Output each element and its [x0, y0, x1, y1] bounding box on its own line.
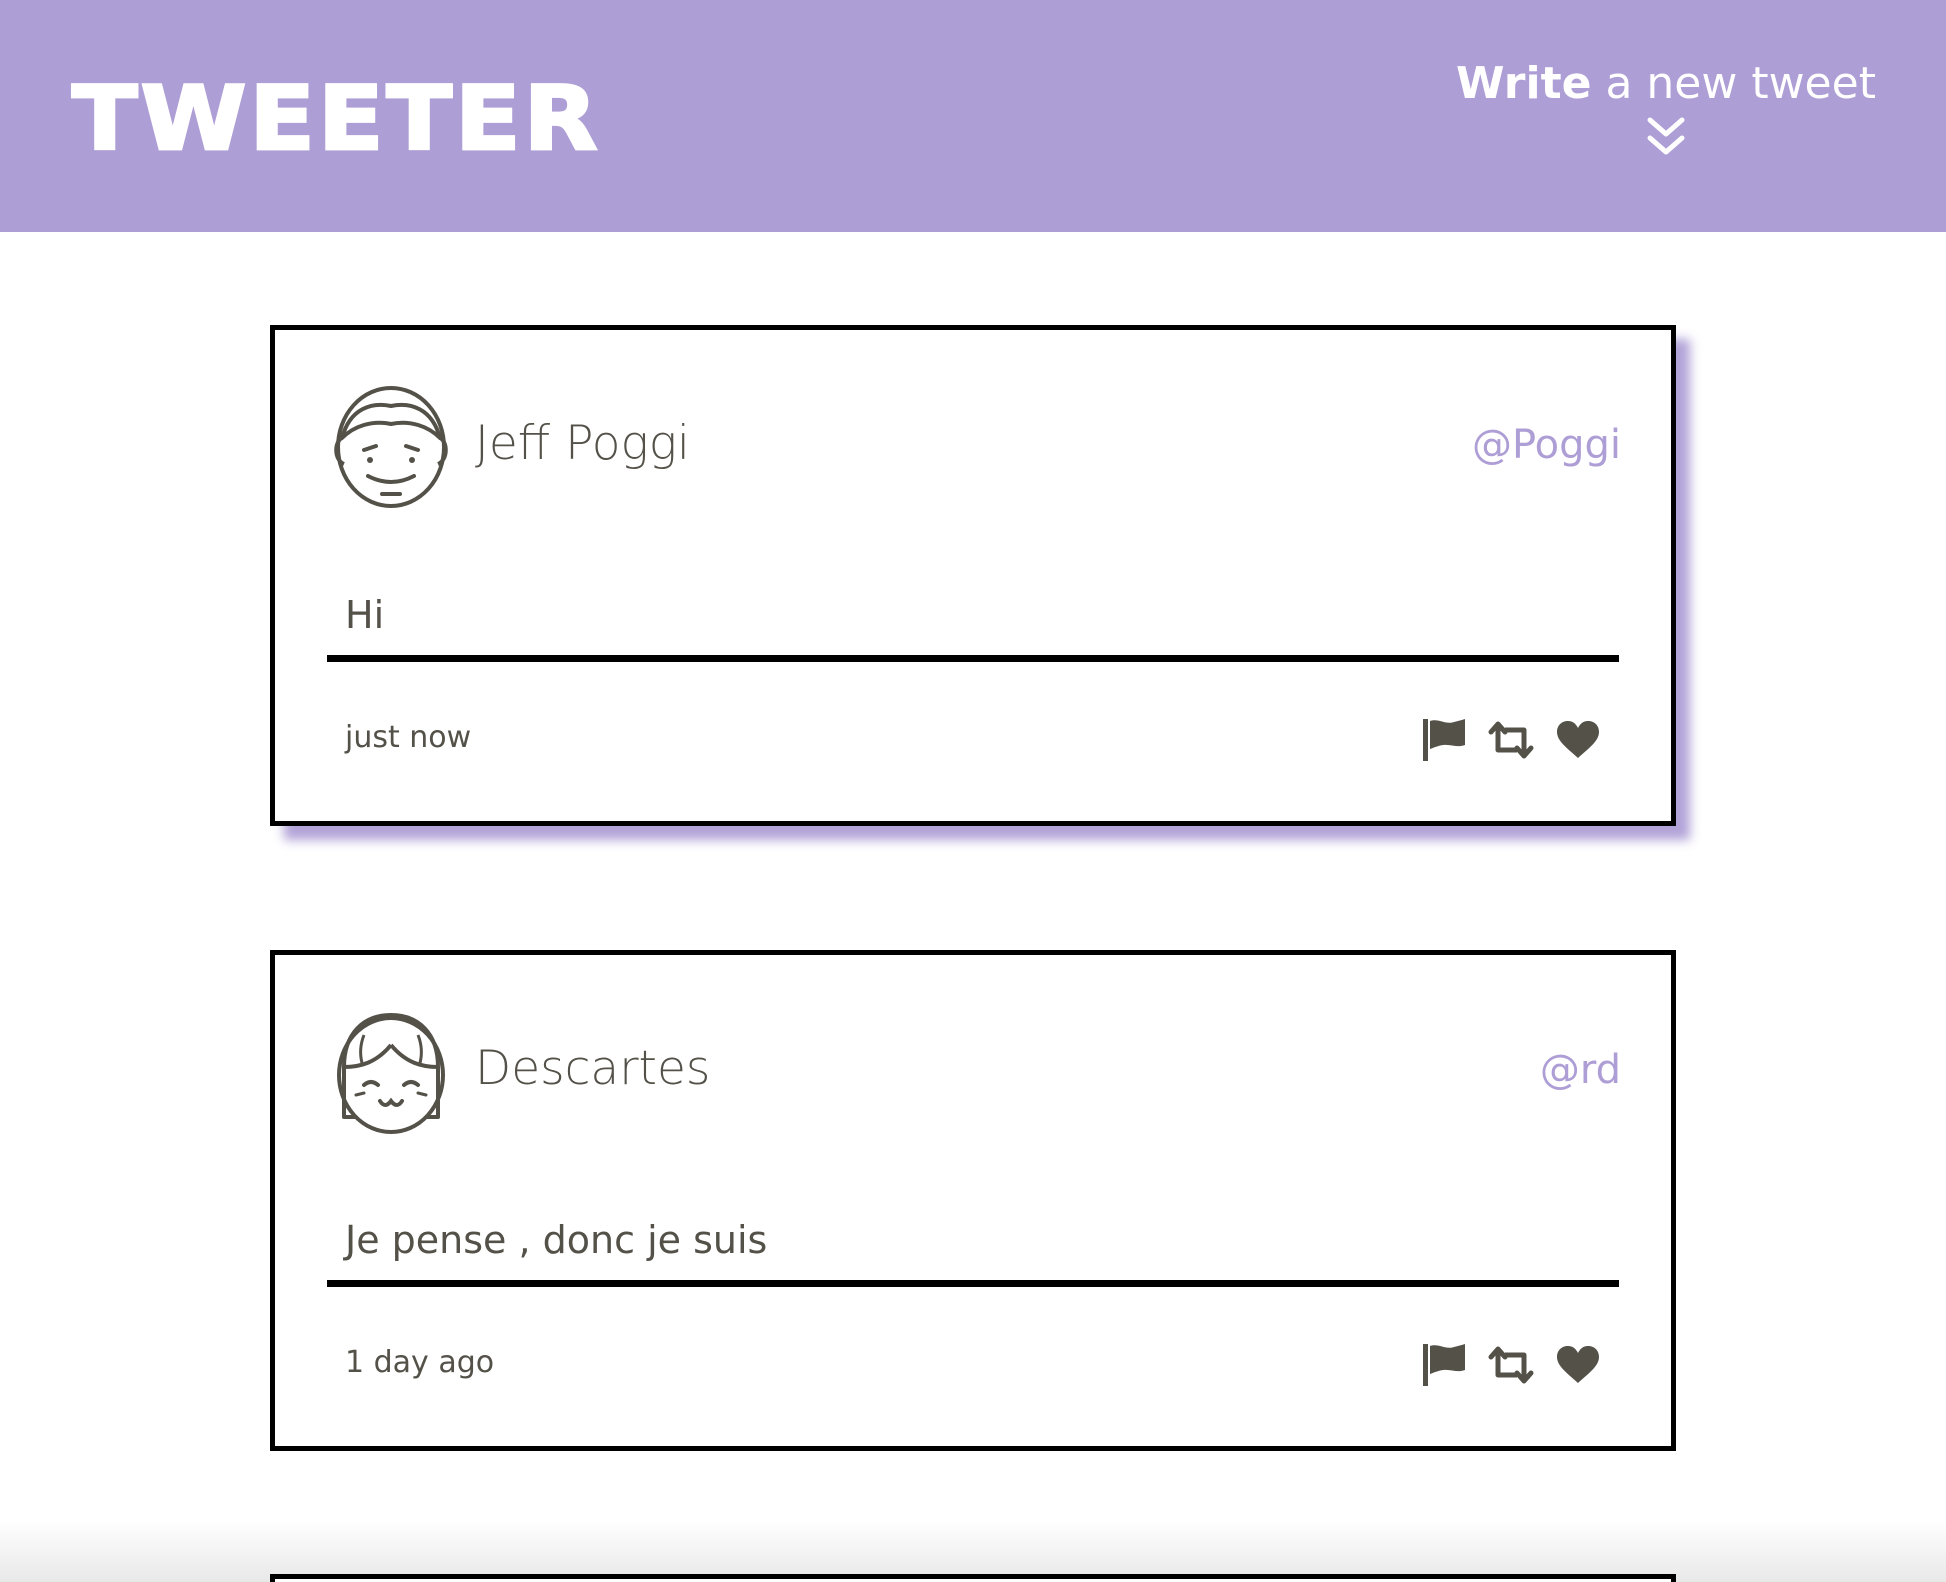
retweet-icon[interactable] [1487, 1345, 1535, 1385]
tweet-card: Jeff Poggi @Poggi Hi just now [270, 325, 1676, 826]
tweet-text: Hi [345, 593, 385, 637]
male-face-avatar-icon [334, 386, 448, 508]
tweet-text: Je pense , donc je suis [345, 1218, 768, 1262]
double-chevron-down-icon[interactable] [1644, 116, 1688, 160]
tweet-actions [1421, 1341, 1601, 1389]
tweet-feed: Jeff Poggi @Poggi Hi just now Descartes … [270, 325, 1676, 1575]
tweet-actions [1421, 716, 1601, 764]
tweet-author-name: Descartes [475, 1041, 711, 1096]
tweet-divider [327, 1280, 1619, 1287]
write-new-tweet-label: Write a new tweet [1456, 58, 1876, 109]
heart-icon[interactable] [1555, 1345, 1601, 1385]
retweet-icon[interactable] [1487, 720, 1535, 760]
flag-icon[interactable] [1421, 717, 1467, 763]
tweet-card-partial [270, 1574, 1676, 1582]
top-nav: TWEETER Write a new tweet [0, 0, 1946, 232]
scroll-fade [0, 1520, 1946, 1582]
female-face-avatar-icon [337, 1013, 445, 1134]
tweet-author-handle[interactable]: @rd [1540, 1043, 1621, 1097]
tweet-timestamp: just now [345, 720, 472, 755]
heart-icon[interactable] [1555, 720, 1601, 760]
tweet-author-handle[interactable]: @Poggi [1472, 418, 1621, 472]
tweet-timestamp: 1 day ago [345, 1345, 495, 1380]
write-new-tweet-toggle[interactable]: Write a new tweet [1456, 52, 1876, 172]
brand-logo[interactable]: TWEETER [71, 67, 601, 171]
tweet-card: Descartes @rd Je pense , donc je suis 1 … [270, 950, 1676, 1451]
tweet-divider [327, 655, 1619, 662]
tweet-author-name: Jeff Poggi [475, 416, 690, 471]
flag-icon[interactable] [1421, 1342, 1467, 1388]
